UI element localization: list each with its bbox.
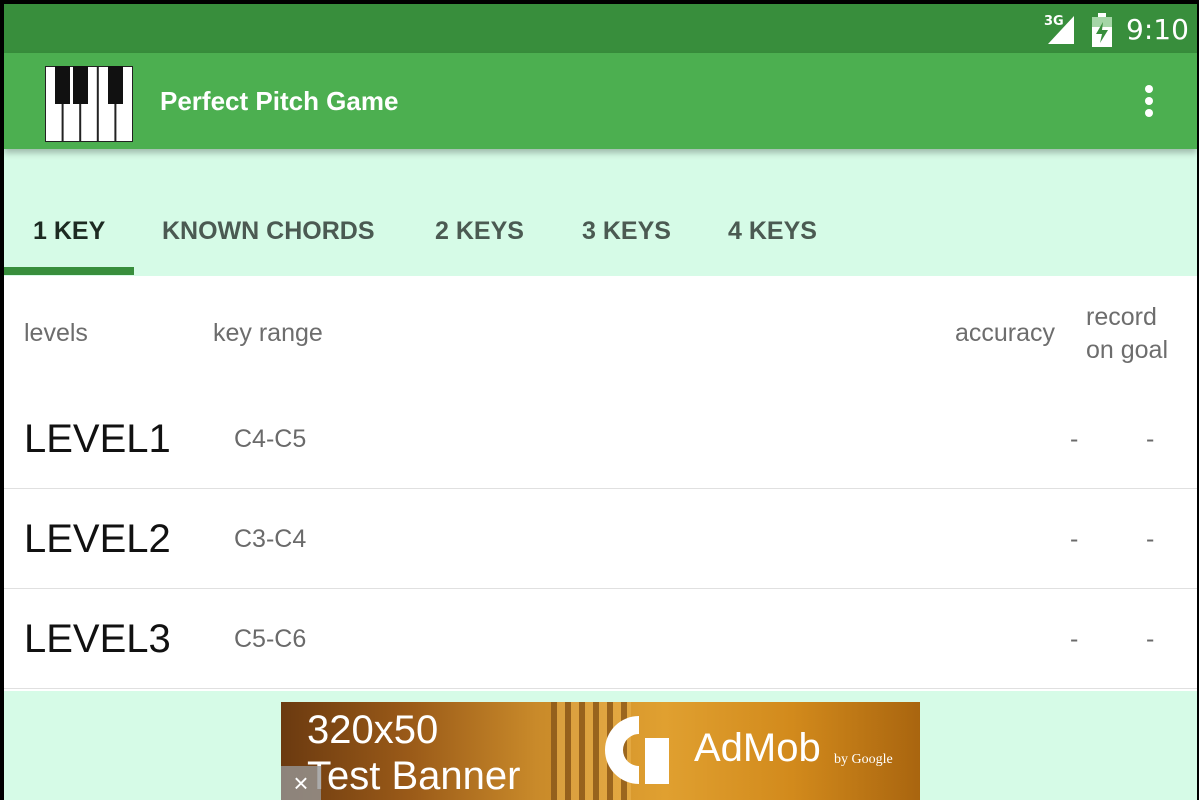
header-key-range: key range [213,319,323,347]
screen: 3G 9:10 Perfect Pitch Game 1 KEY KNOWN C… [4,4,1197,800]
accuracy-value: - [1070,525,1079,553]
key-range-value: C4-C5 [234,425,307,453]
ad-brand-label: AdMob [694,726,821,770]
piano-keys-icon [44,65,134,143]
app-title: Perfect Pitch Game [160,86,399,116]
tab-4-keys[interactable]: 4 KEYS [728,217,817,246]
app-bar: Perfect Pitch Game [4,53,1197,149]
header-record-line1: record [1086,303,1157,331]
level-name: LEVEL2 [24,517,171,561]
tab-bar: 1 KEY KNOWN CHORDS 2 KEYS 3 KEYS 4 KEYS [4,149,1197,276]
close-icon[interactable]: × [281,766,321,800]
levels-table: levels key range accuracy record on goal… [4,276,1197,691]
signal-icon: 3G [1044,14,1078,44]
status-time: 9:10 [1126,13,1189,46]
record-value: - [1146,425,1155,453]
tab-1-key[interactable]: 1 KEY [33,217,105,246]
ad-banner[interactable]: 320x50 Test Banner AdMob by Google × [281,702,920,800]
record-value: - [1146,525,1155,553]
battery-icon [1092,13,1112,47]
tab-known-chords[interactable]: KNOWN CHORDS [162,217,375,246]
header-accuracy: accuracy [955,319,1056,347]
tab-indicator [4,267,134,275]
table-row-level1[interactable]: LEVEL1 C4-C5 - - [4,389,1197,489]
ad-test-label: Test Banner [307,754,521,798]
ad-area: 320x50 Test Banner AdMob by Google × [4,702,1197,800]
admob-logo-icon [599,710,677,790]
header-levels: levels [24,319,88,347]
ad-by-google-label: by Google [834,752,893,767]
header-record-line2: on goal [1086,336,1169,364]
level-name: LEVEL3 [24,617,171,661]
table-row-level2[interactable]: LEVEL2 C3-C4 - - [4,489,1197,589]
record-value: - [1146,625,1155,653]
table-row-level3[interactable]: LEVEL3 C5-C6 - - [4,589,1197,689]
accuracy-value: - [1070,625,1079,653]
tab-2-keys[interactable]: 2 KEYS [435,217,524,246]
tab-3-keys[interactable]: 3 KEYS [582,217,671,246]
status-bar: 3G 9:10 [4,4,1197,53]
ad-size-label: 320x50 [307,708,439,752]
accuracy-value: - [1070,425,1079,453]
key-range-value: C3-C4 [234,525,307,553]
more-vert-icon[interactable] [1134,85,1164,121]
key-range-value: C5-C6 [234,625,307,653]
level-name: LEVEL1 [24,417,171,461]
